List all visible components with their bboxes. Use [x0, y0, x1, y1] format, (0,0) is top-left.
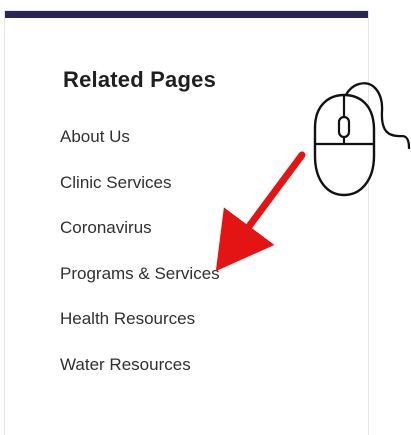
card-top-bar	[5, 11, 368, 18]
related-pages-title: Related Pages	[63, 67, 217, 92]
related-pages-card: Related Pages About Us Clinic Services C…	[4, 10, 369, 435]
related-pages-list: About Us Clinic Services Coronavirus Pro…	[60, 128, 220, 403]
link-coronavirus[interactable]: Coronavirus	[60, 219, 220, 266]
link-health-resources[interactable]: Health Resources	[60, 310, 220, 357]
link-about-us[interactable]: About Us	[60, 128, 220, 175]
link-water-resources[interactable]: Water Resources	[60, 356, 220, 403]
link-programs-services[interactable]: Programs & Services	[60, 265, 220, 312]
page: Related Pages About Us Clinic Services C…	[0, 0, 411, 435]
link-clinic-services[interactable]: Clinic Services	[60, 174, 220, 221]
